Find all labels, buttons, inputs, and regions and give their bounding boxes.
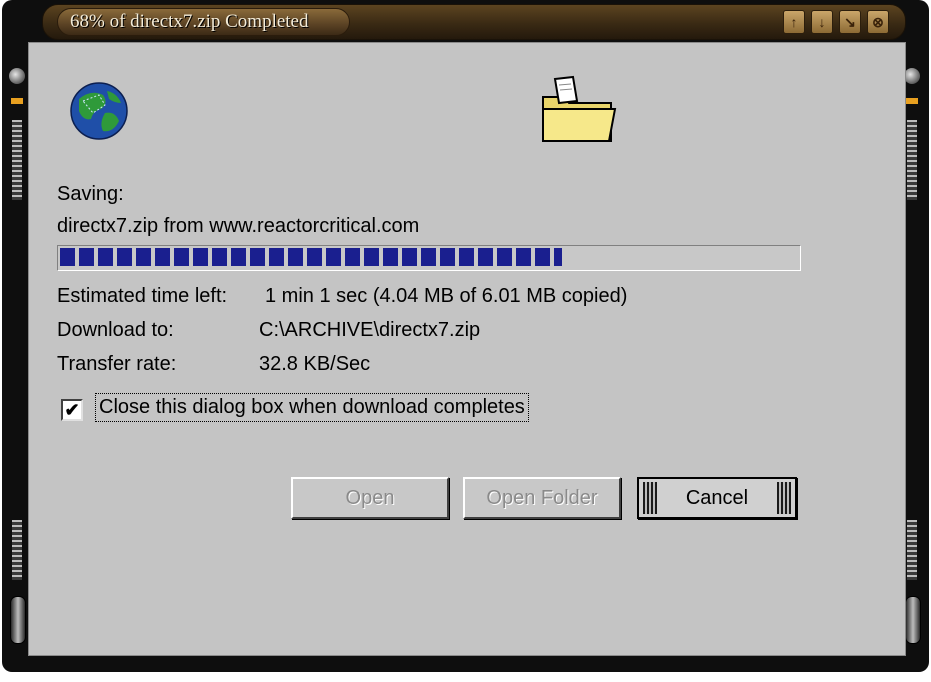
download-dialog: Saving: directx7.zip from www.reactorcri… — [28, 42, 906, 656]
saving-label: Saving: — [57, 183, 124, 205]
button-grip — [777, 482, 791, 514]
progress-fill — [60, 248, 562, 266]
cancel-button[interactable]: Cancel — [637, 477, 797, 519]
rail-segments — [12, 120, 22, 200]
folder-icon — [542, 75, 617, 142]
close-when-done-checkbox[interactable]: ✔ — [61, 399, 83, 421]
minimize-button[interactable]: ↓ — [811, 10, 833, 34]
download-to-label: Download to: — [57, 319, 174, 341]
download-progress-bar — [57, 245, 801, 271]
rail-pill — [10, 596, 26, 644]
rail-knob — [904, 68, 920, 84]
close-when-done-label[interactable]: Close this dialog box when download comp… — [95, 393, 529, 422]
title-bar[interactable]: 68% of directx7.zip Completed ↑ ↓ ↘ ⊗ — [42, 4, 906, 40]
rail-segments — [907, 120, 917, 200]
resize-button[interactable]: ↘ — [839, 10, 861, 34]
cancel-label: Cancel — [685, 487, 749, 509]
rail-segments — [12, 520, 22, 580]
file-source: directx7.zip from www.reactorcritical.co… — [57, 215, 420, 237]
title-tab: 68% of directx7.zip Completed — [57, 8, 350, 36]
transfer-rate-value: 32.8 KB/Sec — [259, 353, 371, 375]
window-title: 68% of directx7.zip Completed — [70, 11, 309, 32]
roll-up-button[interactable]: ↑ — [783, 10, 805, 34]
open-button[interactable]: Open — [291, 477, 449, 519]
rail-pill — [905, 596, 921, 644]
estimated-time-value: 1 min 1 sec (4.04 MB of 6.01 MB copied) — [265, 285, 628, 307]
download-to-value: C:\ARCHIVE\directx7.zip — [259, 319, 481, 341]
close-window-button[interactable]: ⊗ — [867, 10, 889, 34]
window-frame: 68% of directx7.zip Completed ↑ ↓ ↘ ⊗ Sa… — [2, 0, 929, 672]
globe-icon — [70, 82, 128, 140]
rail-segments — [907, 520, 917, 580]
rail-indicator — [906, 98, 918, 104]
rail-knob — [9, 68, 25, 84]
open-folder-button[interactable]: Open Folder — [463, 477, 621, 519]
button-grip — [643, 482, 657, 514]
estimated-time-label: Estimated time left: — [57, 285, 228, 307]
left-rail — [6, 40, 28, 660]
transfer-rate-label: Transfer rate: — [57, 353, 177, 375]
rail-indicator — [11, 98, 23, 104]
